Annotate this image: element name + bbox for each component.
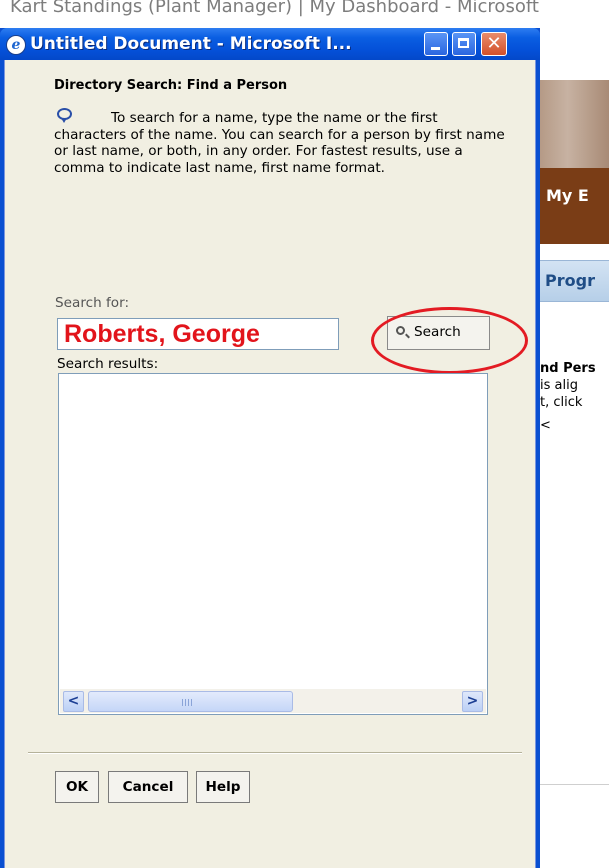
background-divider (540, 784, 609, 785)
scroll-right-button[interactable]: > (462, 691, 483, 712)
footer-divider (28, 752, 522, 754)
results-label: Search results: (57, 356, 159, 372)
scroll-right-icon: > (466, 693, 479, 709)
background-text-3: t, click (540, 395, 583, 410)
background-window-title: Kart Standings (Plant Manager) | My Dash… (10, 0, 539, 17)
background-text-4: < (540, 418, 551, 433)
close-icon: ✕ (486, 33, 502, 54)
annotation-circle (371, 307, 528, 374)
window-titlebar[interactable]: e Untitled Document - Microsoft I... ✕ (0, 28, 540, 60)
dialog-heading: Directory Search: Find a Person (54, 78, 288, 93)
scroll-thumb[interactable] (88, 691, 293, 712)
background-header-text: My E (546, 186, 589, 205)
close-button[interactable]: ✕ (481, 32, 507, 56)
instructions-text: To search for a name, type the name or t… (54, 110, 505, 177)
scroll-left-button[interactable]: < (63, 691, 84, 712)
background-banner (540, 80, 609, 168)
ie-icon: e (6, 35, 26, 55)
cancel-button[interactable]: Cancel (108, 771, 188, 803)
horizontal-scrollbar[interactable]: < > (60, 689, 486, 713)
background-tab-label: Progr (545, 271, 595, 290)
scroll-left-icon: < (67, 693, 80, 709)
search-label: Search for: (55, 295, 130, 311)
search-results-list[interactable]: < > (58, 373, 488, 715)
background-page: My E Progr nd Pers is alig t, click < (540, 28, 609, 868)
background-header-bar: My E (540, 168, 609, 244)
window-title: Untitled Document - Microsoft I... (30, 34, 352, 54)
help-button[interactable]: Help (196, 771, 250, 803)
maximize-button[interactable] (452, 32, 476, 56)
minimize-button[interactable] (424, 32, 448, 56)
ok-button[interactable]: OK (55, 771, 99, 803)
background-text-1: nd Pers (540, 361, 596, 376)
background-text-2: is alig (540, 378, 578, 393)
background-tab[interactable]: Progr (540, 260, 609, 302)
scroll-grip (182, 699, 192, 706)
search-input[interactable] (57, 318, 339, 350)
